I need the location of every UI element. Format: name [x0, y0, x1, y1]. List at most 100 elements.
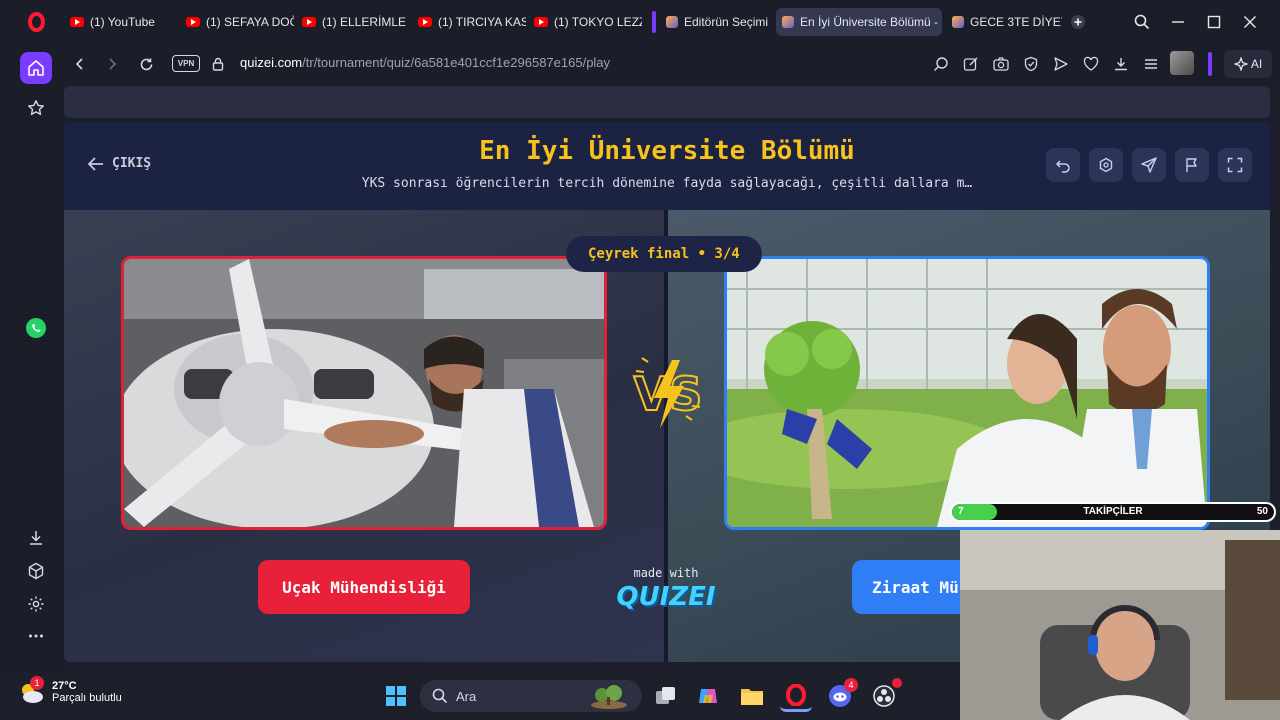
webcam-person-image: [960, 530, 1280, 720]
lock-icon-wrap: [206, 52, 230, 76]
option-image-left[interactable]: [121, 256, 607, 530]
tab-group-indicator: [652, 11, 656, 33]
easy-setup-button[interactable]: [1140, 53, 1162, 75]
favorites-button[interactable]: [1080, 53, 1102, 75]
minimize-button[interactable]: [1166, 10, 1190, 34]
tab-youtube[interactable]: (1) YouTube: [64, 8, 176, 36]
share-button[interactable]: [1089, 148, 1123, 182]
send-quiz-button[interactable]: [1132, 148, 1166, 182]
shield-check-icon: [1024, 56, 1038, 72]
option-image-right[interactable]: [724, 256, 1210, 530]
weather-temp: 27°C: [52, 680, 77, 692]
minimize-icon: [1172, 21, 1184, 23]
webcam-overlay: [960, 530, 1280, 720]
sidebar-home-button[interactable]: [20, 52, 52, 84]
choice-button-left[interactable]: Uçak Mühendisliği: [258, 560, 470, 614]
tab-gece-3te[interactable]: GECE 3TE DİYET: [946, 8, 1062, 36]
tab-tokyo[interactable]: (1) TOKYO LEZZ: [528, 8, 642, 36]
url-field[interactable]: quizei.com/tr/tournament/quiz/6a581e401c…: [240, 55, 610, 70]
quiz-subtitle: YKS sonrası öğrencilerin tercih dönemine…: [361, 176, 973, 191]
chevron-right-icon: [109, 58, 117, 70]
new-tab-button[interactable]: [1066, 10, 1090, 34]
aria-ai-button[interactable]: AI: [1224, 50, 1272, 78]
sidebar-extensions-button[interactable]: [20, 555, 52, 587]
bookmarks-bar: [64, 86, 1270, 118]
weather-widget[interactable]: 1 27°C Parçalı bulutlu: [18, 676, 122, 706]
download-icon: [1115, 58, 1127, 71]
sidebar-downloads-button[interactable]: [20, 522, 52, 554]
reload-button[interactable]: [134, 52, 158, 76]
downloads-button[interactable]: [1110, 53, 1132, 75]
profile-avatar[interactable]: [1170, 51, 1194, 75]
youtube-icon: [534, 17, 548, 27]
start-button[interactable]: [380, 680, 412, 712]
taskbar-search[interactable]: Ara: [420, 680, 642, 712]
tab-bar: (1) YouTube (1) SEFAYA DOĞ (1) ELLERİMLE…: [0, 0, 1280, 44]
maximize-button[interactable]: [1202, 10, 1226, 34]
tab-tirciya[interactable]: (1) TIRCIYA KASI: [412, 8, 526, 36]
windows-taskbar: 1 27°C Parçalı bulutlu Ara 4: [0, 672, 960, 720]
adblock-button[interactable]: [1020, 53, 1042, 75]
report-button[interactable]: [1175, 148, 1209, 182]
send-icon: [1054, 57, 1068, 71]
airplane-photo: [124, 259, 604, 527]
followers-progress-bar: 7 TAKİPÇİLER 50: [950, 502, 1276, 522]
windows-logo-icon: [386, 686, 406, 706]
search-highlight-image: [591, 685, 627, 709]
maximize-icon: [1207, 15, 1221, 29]
close-window-button[interactable]: [1238, 10, 1262, 34]
tab-search-button[interactable]: [1130, 10, 1154, 34]
url-domain: quizei.com: [240, 55, 303, 70]
tab-en-iyi-universite[interactable]: En İyi Üniversite Bölümü -: [776, 8, 942, 36]
file-explorer-button[interactable]: [736, 680, 768, 712]
task-view-button[interactable]: [650, 680, 682, 712]
tab-label: (1) YouTube: [90, 15, 155, 29]
tab-ellerimle[interactable]: (1) ELLERİMLE P: [296, 8, 410, 36]
send-button[interactable]: [1050, 53, 1072, 75]
opera-taskbar-button[interactable]: [780, 680, 812, 712]
undo-icon: [1055, 160, 1070, 173]
obs-icon: [873, 685, 895, 707]
zoom-button[interactable]: [930, 53, 952, 75]
undo-button[interactable]: [1046, 148, 1080, 182]
weather-desc: Parçalı bulutlu: [52, 692, 122, 704]
sidebar-more-button[interactable]: [20, 620, 52, 652]
fullscreen-icon: [1227, 157, 1243, 173]
fullscreen-button[interactable]: [1218, 148, 1252, 182]
url-path: /tr/tournament/quiz/6a581e401ccf1e296587…: [302, 55, 611, 70]
copilot-button[interactable]: [692, 680, 724, 712]
tab-label: (1) SEFAYA DOĞ: [206, 15, 294, 29]
obs-recording-dot: [892, 678, 902, 688]
menu-icon: [1145, 59, 1157, 69]
paper-plane-icon: [1141, 157, 1157, 173]
vpn-badge[interactable]: VPN: [172, 55, 200, 72]
weather-icon-wrap: 1: [18, 676, 44, 706]
share-cube-icon: [1099, 157, 1113, 173]
youtube-icon: [418, 17, 432, 27]
tab-editorun-secimi[interactable]: Editörün Seçimi: [660, 8, 770, 36]
sidebar-whatsapp-button[interactable]: [20, 312, 52, 344]
tab-label: (1) TIRCIYA KASI: [438, 15, 526, 29]
round-indicator: Çeyrek final • 3/4: [566, 236, 762, 272]
youtube-icon: [186, 17, 200, 27]
tab-sefaya[interactable]: (1) SEFAYA DOĞ: [180, 8, 294, 36]
browser-sidebar: [0, 44, 64, 670]
obs-button[interactable]: [868, 678, 902, 712]
followers-goal: 50: [1256, 506, 1268, 517]
snapshot-button[interactable]: [990, 53, 1012, 75]
edit-button[interactable]: [960, 53, 982, 75]
opera-menu-button[interactable]: [20, 8, 52, 36]
back-button[interactable]: [68, 52, 92, 76]
vs-lightning-icon: VS: [633, 357, 703, 428]
quizei-favicon: [782, 16, 794, 28]
sidebar-bookmarks-button[interactable]: [20, 92, 52, 124]
quizei-favicon: [666, 16, 678, 28]
download-icon: [30, 531, 42, 545]
home-icon: [28, 60, 44, 76]
sidebar-settings-button[interactable]: [20, 588, 52, 620]
discord-badge: 4: [844, 678, 858, 692]
discord-button[interactable]: 4: [824, 678, 858, 712]
forward-button[interactable]: [100, 52, 124, 76]
search-icon: [432, 688, 448, 704]
quizei-logo: QUIZEI: [616, 582, 716, 612]
